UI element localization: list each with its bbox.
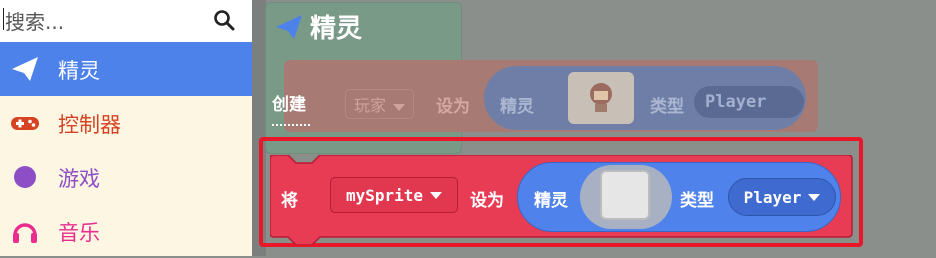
category-label: 控制器 [58,113,121,137]
ghost-set-label: 设为 [436,97,470,117]
variable-name: mySprite [345,185,424,205]
ghost-kind-label: 类型 [650,97,684,117]
text-caret [3,8,4,30]
flyout-header: 精灵 [274,8,362,45]
chevron-down-icon [808,193,821,201]
chevron-down-icon [430,191,443,199]
kind-value: Player [743,187,802,207]
search-box[interactable]: 搜索... [0,0,252,43]
ghost-image-thumb [568,72,634,124]
kind-label: 类型 [680,191,714,211]
ghost-variable-dropdown: 玩家 [345,89,415,119]
section-underline [272,124,310,126]
sprite-thumbnail-icon [590,83,612,112]
category-sprites[interactable]: 精灵 [0,42,252,96]
block-set-label: 将 [281,191,298,211]
kind-dropdown[interactable]: Player [728,178,836,216]
paper-plane-icon [276,14,302,39]
category-music[interactable]: 音乐 [0,204,252,258]
gamepad-icon [11,117,39,130]
ghost-kind-value: Player [705,92,767,112]
ghost-sprite-label: 精灵 [500,97,534,117]
block-to-label: 设为 [470,191,504,211]
set-sprite-block[interactable]: 将 mySprite 设为 精灵 类型 Player [270,155,854,245]
variable-dropdown[interactable]: mySprite [330,177,458,213]
section-label-create: 创建 [272,95,306,115]
paper-plane-icon [12,57,38,81]
circle-icon [14,166,36,188]
sprite-label: 精灵 [534,191,568,211]
category-game[interactable]: 游戏 [0,150,252,204]
category-label: 精灵 [58,59,100,83]
flyout-title: 精灵 [310,14,363,44]
category-label: 游戏 [58,167,100,191]
image-picker[interactable] [600,170,650,220]
ghost-variable-label: 玩家 [354,96,387,115]
chevron-down-icon [393,104,406,111]
category-label: 音乐 [58,221,100,245]
category-controller[interactable]: 控制器 [0,96,252,150]
search-icon[interactable] [212,8,236,32]
search-input[interactable]: 搜索... [5,6,64,35]
headphones-icon [13,223,37,243]
toolbox: 搜索... 精灵 控制器 游戏 音乐 [0,0,252,256]
